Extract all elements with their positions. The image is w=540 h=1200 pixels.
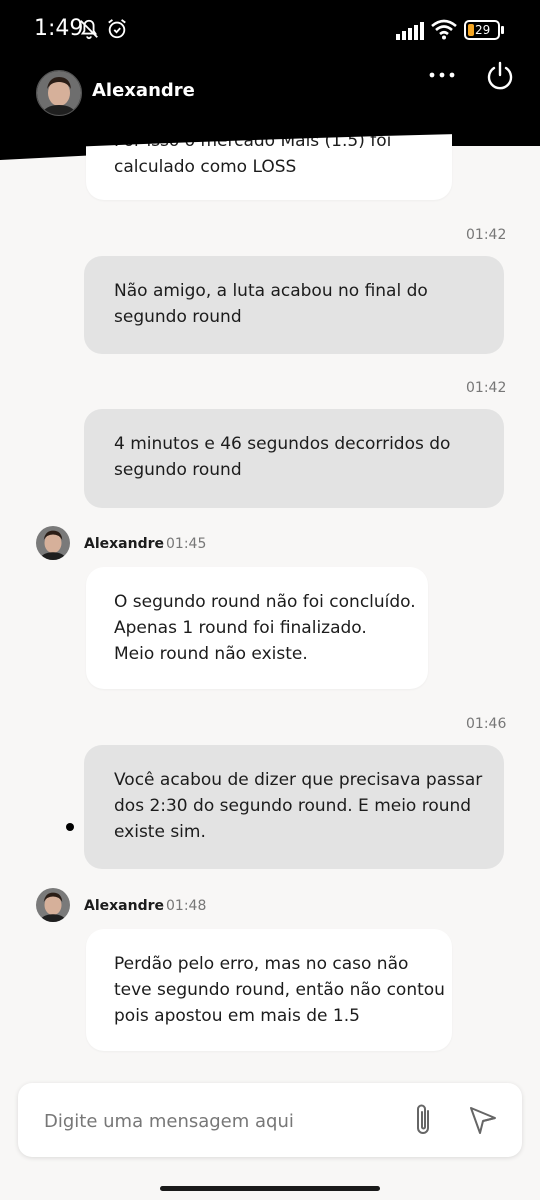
message-line: Não amigo, a luta acabou no final do: [114, 281, 428, 301]
incoming-message: O segundo round não foi concluído. Apena…: [86, 567, 428, 689]
status-bar: 1:49 29: [0, 0, 540, 60]
message-line: existe sim.: [114, 822, 206, 842]
home-indicator[interactable]: [160, 1186, 380, 1191]
power-icon: [487, 61, 513, 90]
signal-icon: [396, 22, 424, 40]
header-curve-overlay: [0, 120, 540, 150]
bell-off-icon: [80, 19, 98, 40]
message-input[interactable]: [42, 1103, 386, 1139]
incoming-message: Perdão pelo erro, mas no caso não teve s…: [86, 929, 452, 1051]
more-icon: [429, 72, 455, 78]
paperclip-icon: [417, 1104, 429, 1134]
attach-button[interactable]: [408, 1101, 440, 1139]
message-line: calculado como LOSS: [114, 157, 297, 177]
contact-avatar-front[interactable]: [36, 70, 82, 116]
message-line: Você acabou de dizer que precisava passa…: [114, 770, 483, 790]
message-line: 4 minutos e 46 segundos decorridos do: [114, 434, 451, 454]
message-line: pois apostou em mais de 1.5: [114, 1006, 360, 1026]
status-time: 1:49: [34, 16, 84, 41]
message-composer: [18, 1083, 522, 1157]
message-line: O segundo round não foi concluído.: [114, 592, 416, 612]
battery-icon: 29: [464, 20, 500, 40]
message-time: 01:42: [466, 227, 507, 243]
message-line: segundo round: [114, 307, 242, 327]
alarm-icon: [108, 19, 126, 39]
sender-name: Alexandre: [84, 536, 164, 552]
message-time: 01:48: [166, 898, 207, 914]
sender-avatar: [36, 888, 70, 922]
more-options-button-front[interactable]: [426, 62, 458, 88]
message-line: dos 2:30 do segundo round. E meio round: [114, 796, 472, 816]
battery-level: 29: [475, 23, 491, 37]
send-button[interactable]: [466, 1103, 500, 1137]
message-line: segundo round: [114, 460, 242, 480]
outgoing-message: 4 minutos e 46 segundos decorridos do se…: [84, 409, 504, 508]
battery-tip: [501, 26, 504, 34]
sender-name: Alexandre: [84, 898, 164, 914]
wifi-icon: [431, 19, 457, 40]
end-chat-button-front[interactable]: [484, 60, 516, 92]
contact-name-front[interactable]: Alexandre: [92, 80, 195, 101]
message-line: Meio round não existe.: [114, 644, 308, 664]
message-line: Apenas 1 round foi finalizado.: [114, 618, 367, 638]
outgoing-message: Você acabou de dizer que precisava passa…: [84, 745, 504, 869]
send-icon: [470, 1107, 496, 1134]
message-line: teve segundo round, então não contou: [114, 980, 445, 1000]
message-time: 01:42: [466, 380, 507, 396]
dot-marker: [66, 823, 74, 831]
message-line: Perdão pelo erro, mas no caso não: [114, 954, 409, 974]
message-time: 01:45: [166, 536, 207, 552]
message-time: 01:46: [466, 716, 507, 732]
sender-avatar: [36, 526, 70, 560]
outgoing-message: Não amigo, a luta acabou no final do seg…: [84, 256, 504, 354]
